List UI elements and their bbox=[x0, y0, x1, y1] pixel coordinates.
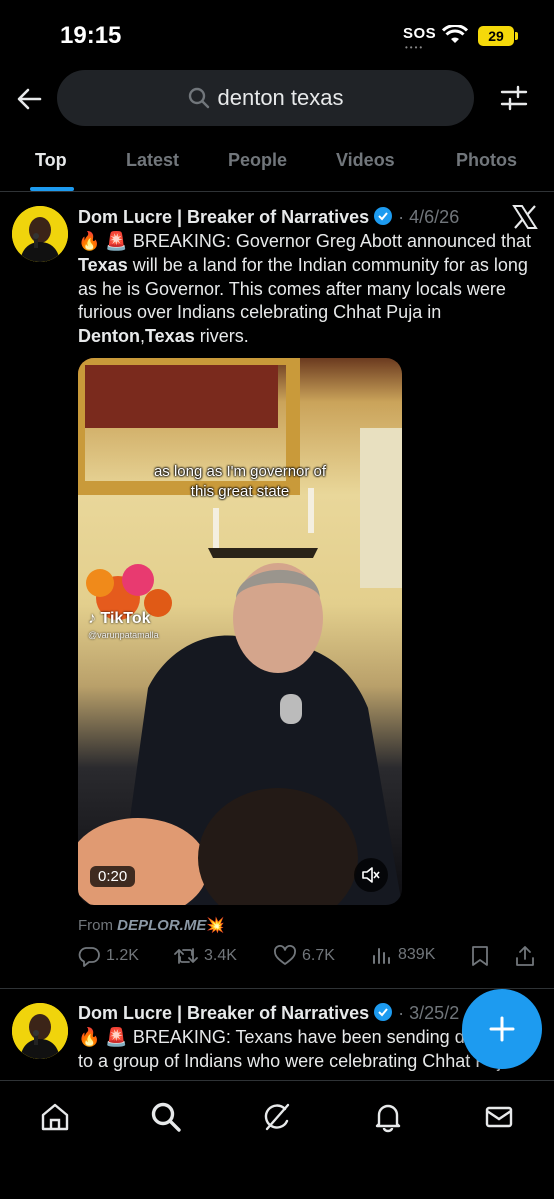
like-count: 6.7K bbox=[302, 947, 335, 964]
avatar-image bbox=[12, 1003, 68, 1059]
verified-badge-icon bbox=[374, 1003, 393, 1021]
tiktok-logo-icon: ♪ bbox=[88, 610, 101, 627]
tab-photos[interactable]: Photos bbox=[456, 150, 517, 171]
like-button[interactable]: 6.7K bbox=[274, 945, 335, 967]
video-caption: as long as I'm governor of this great st… bbox=[153, 463, 327, 500]
heart-icon bbox=[274, 945, 296, 965]
search-input[interactable]: denton texas bbox=[57, 70, 474, 126]
source-emoji: 💥 bbox=[206, 917, 226, 934]
status-bar: 19:15 SOS •••• 29 bbox=[0, 0, 554, 64]
bottom-navigation bbox=[0, 1080, 554, 1199]
repost-count: 3.4K bbox=[204, 947, 237, 964]
mute-button[interactable] bbox=[354, 858, 388, 892]
share-button[interactable] bbox=[514, 945, 536, 967]
source-prefix: From bbox=[78, 917, 118, 934]
tweet-header: Dom Lucre | Breaker of Narratives · 3/25… bbox=[78, 1003, 460, 1023]
tab-videos[interactable]: Videos bbox=[336, 150, 395, 171]
tiktok-watermark: ♪ TikTok bbox=[88, 610, 151, 628]
sos-indicator: SOS bbox=[403, 25, 437, 42]
tiktok-label: TikTok bbox=[100, 610, 151, 627]
signal-dots: •••• bbox=[405, 43, 425, 52]
repost-button[interactable]: 3.4K bbox=[174, 945, 237, 967]
plus-icon bbox=[489, 1016, 515, 1042]
compose-button[interactable] bbox=[462, 989, 542, 1069]
tweet-actions: 1.2K 3.4K 6.7K 839K bbox=[78, 945, 542, 971]
repost-icon bbox=[174, 948, 198, 964]
avatar[interactable] bbox=[12, 206, 68, 262]
tweet-date: 3/25/2 bbox=[409, 1003, 460, 1023]
search-query: denton texas bbox=[217, 85, 344, 110]
battery-indicator: 29 bbox=[478, 26, 514, 46]
tweet-text-bold: Texas bbox=[78, 254, 128, 275]
author-name[interactable]: Dom Lucre | Breaker of Narratives bbox=[78, 1003, 369, 1023]
share-icon bbox=[516, 946, 534, 966]
tweet-divider bbox=[0, 988, 554, 989]
video-duration: 0:20 bbox=[90, 866, 136, 887]
tweet-header: Dom Lucre | Breaker of Narratives · 4/6/… bbox=[78, 207, 460, 227]
bar-chart-icon bbox=[373, 948, 390, 964]
active-tab-indicator bbox=[30, 187, 74, 191]
tab-people[interactable]: People bbox=[228, 150, 287, 171]
source-attribution[interactable]: From DEPLOR.ME💥 bbox=[78, 916, 225, 934]
avatar[interactable] bbox=[12, 1003, 68, 1059]
nav-grok[interactable] bbox=[257, 1097, 297, 1137]
author-name[interactable]: Dom Lucre | Breaker of Narratives bbox=[78, 207, 369, 227]
reply-count: 1.2K bbox=[106, 947, 139, 964]
reply-icon bbox=[78, 947, 100, 967]
tweet-text-part: will be a land for the Indian community … bbox=[78, 254, 528, 323]
bell-icon bbox=[375, 1104, 401, 1133]
source-name: DEPLOR.ME bbox=[117, 917, 207, 934]
speaker-muted-icon bbox=[362, 867, 380, 883]
nav-home[interactable] bbox=[35, 1097, 75, 1137]
verified-badge-icon bbox=[374, 207, 393, 225]
filter-button[interactable] bbox=[496, 80, 532, 116]
video-player[interactable]: as long as I'm governor of this great st… bbox=[78, 358, 402, 905]
nav-search[interactable] bbox=[146, 1097, 186, 1137]
tweet-text-bold: Texas bbox=[145, 326, 195, 347]
search-tabs: Top Latest People Videos Photos bbox=[0, 136, 554, 192]
sliders-icon bbox=[500, 85, 528, 111]
tweet-text-bold: Denton bbox=[78, 326, 140, 347]
status-time: 19:15 bbox=[60, 22, 122, 49]
bookmark-icon bbox=[472, 946, 488, 966]
avatar-image bbox=[12, 206, 68, 262]
bookmark-button[interactable] bbox=[470, 945, 490, 967]
tweet-date: 4/6/26 bbox=[409, 207, 460, 227]
home-icon bbox=[41, 1103, 69, 1131]
tiktok-username: @varunpatamalla bbox=[88, 630, 159, 640]
tweet-text-part: 🔥 🚨 BREAKING: Governor Greg Abott announ… bbox=[78, 231, 532, 251]
search-icon bbox=[188, 87, 209, 109]
x-logo-icon bbox=[512, 205, 538, 229]
grok-icon bbox=[264, 1103, 290, 1131]
nav-messages[interactable] bbox=[479, 1097, 519, 1137]
battery-level: 29 bbox=[488, 28, 504, 44]
tab-latest[interactable]: Latest bbox=[126, 150, 179, 171]
tweet-text: 🔥 🚨 BREAKING: Governor Greg Abott announ… bbox=[78, 230, 544, 349]
back-button[interactable] bbox=[12, 82, 46, 116]
views-button[interactable]: 839K bbox=[372, 945, 435, 965]
reply-button[interactable]: 1.2K bbox=[78, 945, 139, 967]
search-icon bbox=[151, 1102, 181, 1132]
arrow-left-icon bbox=[17, 88, 42, 110]
battery-tip bbox=[515, 32, 518, 40]
nav-notifications[interactable] bbox=[368, 1097, 408, 1137]
view-count: 839K bbox=[398, 946, 436, 963]
tab-top[interactable]: Top bbox=[35, 150, 67, 171]
mail-icon bbox=[485, 1106, 513, 1128]
wifi-icon bbox=[442, 25, 468, 43]
tweet-text-part: rivers. bbox=[194, 326, 249, 347]
